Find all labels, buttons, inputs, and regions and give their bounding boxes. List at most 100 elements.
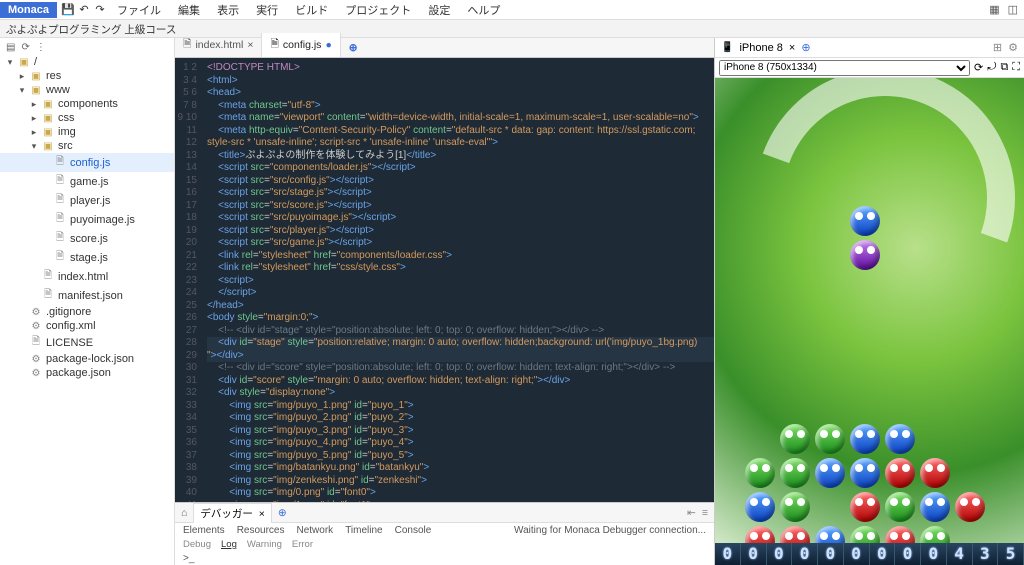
score-digit: 5 — [998, 543, 1024, 565]
menu-run[interactable]: 実行 — [256, 5, 278, 17]
preview-viewport[interactable]: 000000000435 — [715, 78, 1024, 565]
tree-item[interactable]: ▾▣/ — [0, 55, 174, 69]
tree-item[interactable]: 🗎LICENSE — [0, 333, 174, 352]
layout-icon[interactable]: ⊞ — [993, 41, 1002, 54]
device-icon: 📱 — [721, 42, 733, 53]
line-gutter: 1 2 3 4 5 6 7 8 9 10 11 12 13 14 15 16 1… — [175, 58, 201, 502]
tab-label: index.html — [195, 39, 243, 51]
tree-item[interactable]: ▸▣css — [0, 111, 174, 125]
file-icon: 🗎 — [270, 36, 278, 54]
tree-item[interactable]: 🗎puyoimage.js — [0, 210, 174, 229]
devtool-tab[interactable]: Network — [297, 525, 334, 536]
code-editor[interactable]: 1 2 3 4 5 6 7 8 9 10 11 12 13 14 15 16 1… — [175, 58, 714, 502]
tree-item[interactable]: ▸▣res — [0, 69, 174, 83]
menu-view[interactable]: 表示 — [217, 5, 239, 17]
menu-settings[interactable]: 設定 — [428, 5, 450, 17]
puyo-red — [955, 492, 985, 522]
menu-build[interactable]: ビルド — [295, 5, 328, 17]
puyo-red — [920, 458, 950, 488]
plus-icon[interactable]: ⊕ — [801, 41, 810, 54]
puyo-green — [885, 492, 915, 522]
devtool-tab[interactable]: Console — [395, 525, 432, 536]
settings-icon[interactable]: ⚙ — [1008, 41, 1018, 54]
tab-label: config.js — [283, 39, 322, 51]
tree-item[interactable]: ▾▣src — [0, 139, 174, 153]
devtool-tab[interactable]: Elements — [183, 525, 225, 536]
puyo-red — [885, 458, 915, 488]
editor-tabs: 🗎 index.html × 🗎 config.js ● ⊕ — [175, 38, 714, 58]
tree-item[interactable]: 🗎stage.js — [0, 248, 174, 267]
split-icon[interactable]: ◫ — [1008, 3, 1018, 16]
panel-collapse-icon[interactable]: ⇤ — [687, 507, 696, 519]
close-icon[interactable]: × — [247, 39, 253, 51]
plus-icon[interactable]: ⊕ — [278, 507, 287, 519]
tree-item[interactable]: ▾▣www — [0, 83, 174, 97]
puyo-green — [745, 458, 775, 488]
modified-dot-icon[interactable]: ● — [325, 39, 331, 51]
tree-item[interactable]: 🗎score.js — [0, 229, 174, 248]
preview-pane: 📱 iPhone 8 × ⊕ ⊞ ⚙ iPhone 8 (750x1334) ⟳… — [714, 38, 1024, 565]
tab-add[interactable]: ⊕ — [341, 39, 366, 57]
popout-icon[interactable]: ⧉ — [1000, 61, 1008, 74]
devtools-tabs: Elements Resources Network Timeline Console — [183, 525, 443, 537]
rotate-icon[interactable]: ⤾ — [987, 61, 996, 74]
score-digit: 0 — [792, 543, 818, 565]
tree-item[interactable]: 🗎config.js — [0, 153, 174, 172]
tab-config-js[interactable]: 🗎 config.js ● — [262, 33, 340, 57]
tree-item[interactable]: ⚙package-lock.json — [0, 352, 174, 366]
fullscreen-icon[interactable]: ⛶ — [1012, 61, 1020, 74]
devtool-subtab[interactable]: Log — [221, 539, 237, 553]
plus-icon[interactable]: ⊕ — [349, 42, 358, 54]
menu-help[interactable]: ヘルプ — [467, 5, 500, 17]
undo-icon[interactable]: ↶ — [77, 3, 91, 17]
file-icon: 🗎 — [183, 36, 191, 54]
preview-tab-label[interactable]: iPhone 8 — [739, 42, 782, 54]
score-digit: 0 — [921, 543, 947, 565]
menu-edit[interactable]: 編集 — [178, 5, 200, 17]
device-select[interactable]: iPhone 8 (750x1334) — [719, 60, 970, 76]
tree-item[interactable]: ▸▣img — [0, 125, 174, 139]
reload-icon[interactable]: ⟳ — [974, 61, 983, 74]
tree-item[interactable]: 🗎index.html — [0, 267, 174, 286]
puyo-green — [780, 424, 810, 454]
close-icon[interactable]: × — [789, 42, 795, 54]
tree-more-icon[interactable]: ⋮ — [36, 42, 46, 53]
tree-item[interactable]: 🗎game.js — [0, 172, 174, 191]
menu-project[interactable]: プロジェクト — [345, 5, 411, 17]
project-title: ぷよぷよプログラミング 上級コース — [0, 20, 1024, 38]
devtools-subtabs: Debug Log Warning Error — [175, 539, 714, 553]
save-icon[interactable]: 💾 — [61, 3, 75, 17]
devtool-subtab[interactable]: Debug — [183, 539, 211, 553]
tree-item[interactable]: ⚙.gitignore — [0, 305, 174, 319]
tab-index-html[interactable]: 🗎 index.html × — [175, 33, 262, 57]
tree-refresh-icon[interactable]: ⟳ — [21, 42, 29, 53]
devtool-tab[interactable]: Timeline — [345, 525, 382, 536]
score-digit: 0 — [844, 543, 870, 565]
home-icon[interactable]: ⌂ — [181, 507, 187, 519]
puyo-green — [780, 492, 810, 522]
puyo-blue — [920, 492, 950, 522]
puyo-red — [850, 492, 880, 522]
score-digit: 4 — [947, 543, 973, 565]
tree-item[interactable]: 🗎player.js — [0, 191, 174, 210]
tree-item[interactable]: ▸▣components — [0, 97, 174, 111]
tree-item[interactable]: ⚙package.json — [0, 366, 174, 380]
console-prompt[interactable]: >_ — [183, 553, 194, 564]
tree-item[interactable]: ⚙config.xml — [0, 319, 174, 333]
tree-view-icon[interactable]: ▤ — [6, 42, 15, 53]
devtool-subtab[interactable]: Warning — [247, 539, 282, 553]
menu-file[interactable]: ファイル — [117, 5, 161, 17]
devtool-tab[interactable]: Resources — [237, 525, 285, 536]
panel-menu-icon[interactable]: ≡ — [702, 507, 708, 519]
redo-icon[interactable]: ↷ — [93, 3, 107, 17]
puyo-blue — [850, 458, 880, 488]
file-tree[interactable]: ▤ ⟳ ⋮ ▾▣/▸▣res▾▣www▸▣components▸▣css▸▣im… — [0, 38, 175, 565]
devtool-subtab[interactable]: Error — [292, 539, 313, 553]
close-icon[interactable]: × — [259, 508, 265, 520]
tree-item[interactable]: 🗎manifest.json — [0, 286, 174, 305]
code-body[interactable]: <!DOCTYPE HTML> <html> <head> <meta char… — [201, 58, 714, 502]
debugger-status: Waiting for Monaca Debugger connection..… — [514, 525, 706, 537]
layout-icon[interactable]: ▦ — [989, 3, 999, 16]
debugger-tab[interactable]: デバッガー × — [193, 503, 271, 523]
score-display: 000000000435 — [715, 543, 1024, 565]
